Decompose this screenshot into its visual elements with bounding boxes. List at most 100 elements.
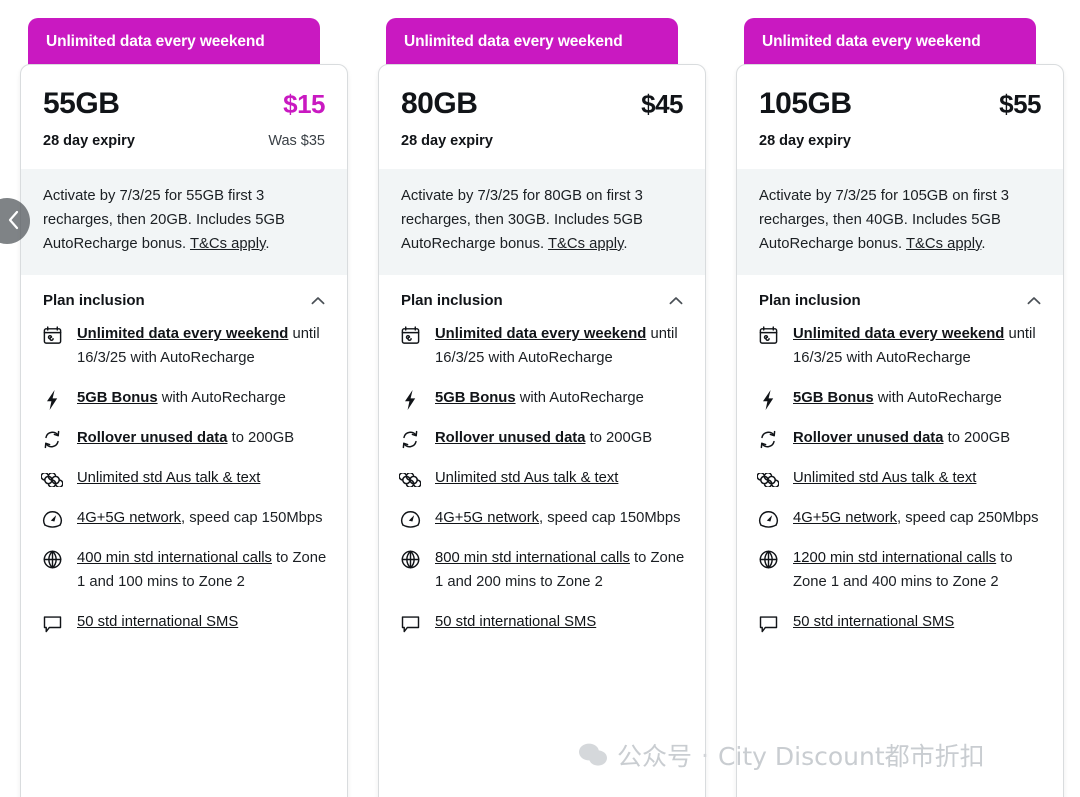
plan-feature-link[interactable]: Unlimited data every weekend <box>435 326 646 342</box>
promo-banner-text: Unlimited data every weekend <box>404 33 623 50</box>
price-row: 80GB $45 <box>401 87 683 121</box>
plan-carousel-track: Unlimited data every weekend 55GB $15 28 da… <box>0 0 1080 797</box>
plan-card-body: 55GB $15 28 day expiry Was $35 Activate by 7… <box>20 64 348 797</box>
rollover-refresh-icon <box>757 429 779 451</box>
plan-feature-item: 4G+5G network, speed cap 250Mbps <box>757 507 1043 531</box>
calendar-infinity-icon <box>757 325 779 347</box>
plan-feature-link[interactable]: Unlimited data every weekend <box>77 326 288 342</box>
plan-feature-item: 4G+5G network, speed cap 150Mbps <box>399 507 685 531</box>
plan-feature-text: Unlimited data every weekend until 16/3/… <box>77 323 327 371</box>
plan-feature-detail: with AutoRecharge <box>515 389 644 406</box>
lightning-bolt-icon <box>399 389 421 411</box>
plan-feature-link[interactable]: Rollover unused data <box>77 430 227 446</box>
plan-feature-link[interactable]: Rollover unused data <box>435 430 585 446</box>
infinity-icon <box>757 469 779 491</box>
plan-carousel-page: Unlimited data every weekend 55GB $15 28 da… <box>0 0 1080 797</box>
plan-feature-text: Rollover unused data to 200GB <box>77 427 327 451</box>
speech-bubble-icon <box>399 613 421 635</box>
plan-inclusion-toggle[interactable]: Plan inclusion <box>737 275 1063 321</box>
activation-text-suffix: . <box>623 235 628 252</box>
plan-feature-text: Rollover unused data to 200GB <box>435 427 685 451</box>
terms-link[interactable]: T&Cs apply <box>190 236 265 252</box>
activation-notice: Activate by 7/3/25 for 80GB on first 3 r… <box>379 169 705 275</box>
expiry-row: 28 day expiry <box>401 133 683 149</box>
plan-feature-link[interactable]: Unlimited data every weekend <box>793 326 1004 342</box>
plan-feature-link[interactable]: 50 std international SMS <box>435 614 596 630</box>
plan-feature-link[interactable]: 5GB Bonus <box>793 390 874 406</box>
promo-banner-text: Unlimited data every weekend <box>762 33 981 50</box>
plan-feature-link[interactable]: 5GB Bonus <box>77 390 158 406</box>
plan-feature-text: Unlimited std Aus talk & text <box>435 467 685 491</box>
speedometer-icon <box>41 509 63 531</box>
plan-feature-link[interactable]: Unlimited std Aus talk & text <box>793 470 976 486</box>
plan-feature-item: 5GB Bonus with AutoRecharge <box>757 387 1043 411</box>
plan-inclusion-title: Plan inclusion <box>43 291 145 309</box>
plan-feature-item: 1200 min std international calls to Zone… <box>757 547 1043 595</box>
lightning-bolt-icon <box>757 389 779 411</box>
plan-feature-text: 4G+5G network, speed cap 150Mbps <box>435 507 685 531</box>
globe-icon <box>41 549 63 571</box>
plan-feature-detail: , speed cap 250Mbps <box>897 509 1039 526</box>
terms-link[interactable]: T&Cs apply <box>548 236 623 252</box>
globe-icon <box>757 549 779 571</box>
calendar-infinity-icon <box>399 325 421 347</box>
activation-notice: Activate by 7/3/25 for 55GB first 3 rech… <box>21 169 347 275</box>
plan-feature-detail: , speed cap 150Mbps <box>181 509 323 526</box>
chevron-up-icon <box>669 296 683 305</box>
lightning-bolt-icon <box>41 389 63 411</box>
infinity-icon <box>41 469 63 491</box>
plan-feature-link[interactable]: 50 std international SMS <box>793 614 954 630</box>
plan-feature-text: 5GB Bonus with AutoRecharge <box>435 387 685 411</box>
plan-expiry: 28 day expiry <box>43 133 135 149</box>
plan-feature-text: 800 min std international calls to Zone … <box>435 547 685 595</box>
plan-feature-text: 4G+5G network, speed cap 150Mbps <box>77 507 327 531</box>
expiry-row: 28 day expiry Was $35 <box>43 133 325 149</box>
plan-feature-link[interactable]: 1200 min std international calls <box>793 550 996 566</box>
plan-feature-link[interactable]: Rollover unused data <box>793 430 943 446</box>
plan-feature-link[interactable]: Unlimited std Aus talk & text <box>435 470 618 486</box>
plan-expiry: 28 day expiry <box>759 133 851 149</box>
chevron-up-icon <box>311 296 325 305</box>
rollover-refresh-icon <box>399 429 421 451</box>
plan-feature-text: 50 std international SMS <box>435 611 685 635</box>
plan-was-price: Was $35 <box>268 133 325 149</box>
chevron-up-icon <box>1027 296 1041 305</box>
plan-feature-link[interactable]: Unlimited std Aus talk & text <box>77 470 260 486</box>
plan-feature-link[interactable]: 4G+5G network <box>793 510 897 526</box>
plan-inclusion-title: Plan inclusion <box>759 291 861 309</box>
plan-card-body: 80GB $45 28 day expiry Activate by 7/3/25 f… <box>378 64 706 797</box>
plan-feature-item: 5GB Bonus with AutoRecharge <box>399 387 685 411</box>
plan-feature-text: Unlimited std Aus talk & text <box>77 467 327 491</box>
plan-feature-link[interactable]: 400 min std international calls <box>77 550 272 566</box>
plan-feature-text: 5GB Bonus with AutoRecharge <box>793 387 1043 411</box>
plan-feature-text: Unlimited std Aus talk & text <box>793 467 1043 491</box>
plan-card-body: 105GB $55 28 day expiry Activate by 7/3/25 … <box>736 64 1064 797</box>
plan-inclusion-title: Plan inclusion <box>401 291 503 309</box>
plan-feature-link[interactable]: 800 min std international calls <box>435 550 630 566</box>
plan-feature-text: Rollover unused data to 200GB <box>793 427 1043 451</box>
plan-feature-item: 5GB Bonus with AutoRecharge <box>41 387 327 411</box>
calendar-infinity-icon <box>41 325 63 347</box>
plan-feature-item: 400 min std international calls to Zone … <box>41 547 327 595</box>
plan-feature-text: 5GB Bonus with AutoRecharge <box>77 387 327 411</box>
plan-inclusion-toggle[interactable]: Plan inclusion <box>379 275 705 321</box>
plan-feature-item: Unlimited data every weekend until 16/3/… <box>41 323 327 371</box>
speech-bubble-icon <box>757 613 779 635</box>
plan-feature-detail: with AutoRecharge <box>873 389 1002 406</box>
plan-feature-item: 50 std international SMS <box>399 611 685 635</box>
terms-link[interactable]: T&Cs apply <box>906 236 981 252</box>
plan-feature-link[interactable]: 50 std international SMS <box>77 614 238 630</box>
speedometer-icon <box>399 509 421 531</box>
plan-feature-item: Unlimited data every weekend until 16/3/… <box>399 323 685 371</box>
plan-inclusion-toggle[interactable]: Plan inclusion <box>21 275 347 321</box>
infinity-icon <box>399 469 421 491</box>
plan-feature-link[interactable]: 4G+5G network <box>435 510 539 526</box>
plan-price: $55 <box>999 89 1041 119</box>
plan-feature-link[interactable]: 4G+5G network <box>77 510 181 526</box>
plan-feature-item: Unlimited std Aus talk & text <box>399 467 685 491</box>
plan-price-header: 55GB $15 28 day expiry Was $35 <box>21 65 347 169</box>
plan-price-header: 80GB $45 28 day expiry <box>379 65 705 169</box>
plan-feature-link[interactable]: 5GB Bonus <box>435 390 516 406</box>
plan-feature-text: 1200 min std international calls to Zone… <box>793 547 1043 595</box>
plan-feature-detail: to 200GB <box>943 429 1011 446</box>
